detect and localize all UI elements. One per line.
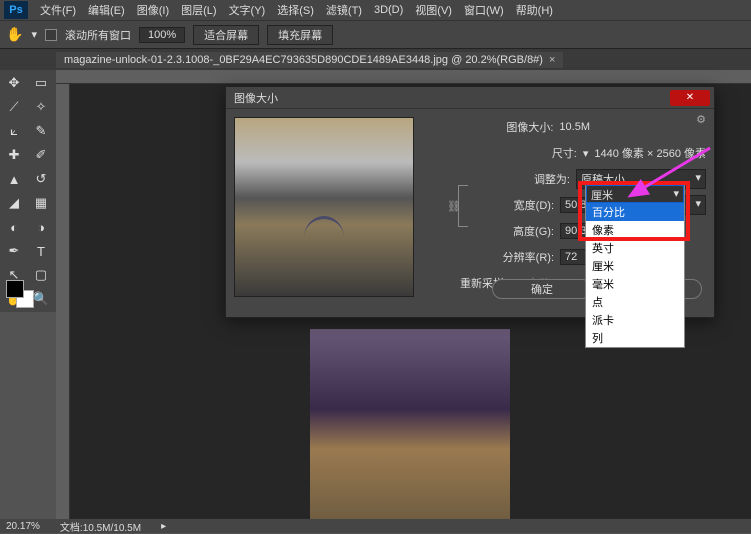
- chevron-down-icon: ▾: [695, 197, 701, 213]
- res-label: 分辨率(R):: [503, 249, 554, 265]
- document-tab[interactable]: magazine-unlock-01-2.3.1008-_0BF29A4EC79…: [56, 52, 563, 68]
- ok-button[interactable]: 确定: [492, 279, 592, 299]
- menu-filter[interactable]: 滤镜(T): [320, 2, 368, 18]
- options-bar: ✋ ▾ 滚动所有窗口 100% 适合屏幕 填充屏幕: [0, 20, 751, 48]
- brush-tool-icon[interactable]: ✐: [29, 144, 53, 166]
- hand-tool-icon[interactable]: ✋: [6, 26, 23, 43]
- fill-screen-button[interactable]: 填充屏幕: [267, 25, 333, 45]
- unit-option-picas[interactable]: 派卡: [586, 311, 684, 329]
- unit-option-mm[interactable]: 毫米: [586, 275, 684, 293]
- gradient-tool-icon[interactable]: ▦: [29, 192, 53, 214]
- unit-option-percent[interactable]: 百分比: [586, 203, 684, 221]
- unit-option-cm[interactable]: 厘米: [586, 257, 684, 275]
- status-zoom[interactable]: 20.17%: [6, 521, 40, 532]
- close-x-icon: ✕: [686, 92, 694, 103]
- dialog-preview: [234, 117, 414, 297]
- history-brush-icon[interactable]: ↺: [29, 168, 53, 190]
- close-icon[interactable]: ×: [549, 54, 555, 66]
- heal-tool-icon[interactable]: ✚: [2, 144, 26, 166]
- stamp-tool-icon[interactable]: ▲: [2, 168, 26, 190]
- shape-tool-icon[interactable]: ▢: [29, 264, 53, 286]
- menu-file[interactable]: 文件(F): [34, 2, 82, 18]
- move-tool-icon[interactable]: ✥: [2, 72, 26, 94]
- dialog-close-button[interactable]: ✕: [670, 90, 710, 106]
- tab-title: magazine-unlock-01-2.3.1008-_0BF29A4EC79…: [64, 54, 543, 66]
- scroll-all-label: 滚动所有窗口: [65, 27, 131, 43]
- document-tabs: magazine-unlock-01-2.3.1008-_0BF29A4EC79…: [0, 48, 751, 70]
- menu-image[interactable]: 图像(I): [131, 2, 175, 18]
- status-bar: 20.17% 文档:10.5M/10.5M ▸: [0, 519, 751, 533]
- dialog-title-text: 图像大小: [234, 90, 278, 106]
- unit-dropdown-head[interactable]: 厘米▾: [586, 185, 684, 203]
- chain-link-icon[interactable]: ⛓: [447, 200, 461, 213]
- size-label: 图像大小:: [506, 119, 553, 135]
- zoom-value[interactable]: 100%: [139, 27, 185, 43]
- marquee-tool-icon[interactable]: ▭: [29, 72, 53, 94]
- dim-label: 尺寸:: [552, 145, 577, 161]
- fit-label: 调整为:: [534, 171, 570, 187]
- dialog-titlebar[interactable]: 图像大小 ✕: [226, 87, 714, 109]
- dodge-tool-icon[interactable]: ◑: [29, 216, 53, 238]
- menu-layer[interactable]: 图层(L): [175, 2, 222, 18]
- dim-dropdown-icon[interactable]: ▾: [583, 147, 589, 160]
- dim-value: 1440 像素 × 2560 像素: [594, 145, 706, 161]
- unit-dropdown-list[interactable]: 厘米▾ 百分比 像素 英寸 厘米 毫米 点 派卡 列: [585, 184, 685, 348]
- chevron-down-icon: ▾: [695, 171, 701, 187]
- status-doc[interactable]: 文档:10.5M/10.5M: [60, 519, 141, 534]
- main-menu: Ps 文件(F) 编辑(E) 图像(I) 图层(L) 文字(Y) 选择(S) 滤…: [0, 0, 751, 20]
- menu-select[interactable]: 选择(S): [271, 2, 320, 18]
- menu-view[interactable]: 视图(V): [409, 2, 458, 18]
- blur-tool-icon[interactable]: ◐: [2, 216, 26, 238]
- dropdown-icon[interactable]: ▾: [31, 28, 37, 41]
- unit-option-inches[interactable]: 英寸: [586, 239, 684, 257]
- menu-window[interactable]: 窗口(W): [458, 2, 510, 18]
- chevron-down-icon: ▾: [673, 187, 679, 201]
- width-label: 宽度(D):: [514, 197, 554, 213]
- eyedropper-tool-icon[interactable]: ✎: [29, 120, 53, 142]
- crop-tool-icon[interactable]: ⟀: [2, 120, 26, 142]
- pen-tool-icon[interactable]: ✒: [2, 240, 26, 262]
- fit-screen-button[interactable]: 适合屏幕: [193, 25, 259, 45]
- lasso-tool-icon[interactable]: ⟋: [2, 96, 26, 118]
- document-image: [310, 329, 510, 529]
- foreground-swatch[interactable]: [6, 280, 24, 298]
- menu-3d[interactable]: 3D(D): [368, 4, 409, 16]
- menu-help[interactable]: 帮助(H): [510, 2, 559, 18]
- scroll-all-checkbox[interactable]: [45, 29, 57, 41]
- unit-option-pixels[interactable]: 像素: [586, 221, 684, 239]
- menu-edit[interactable]: 编辑(E): [82, 2, 131, 18]
- wand-tool-icon[interactable]: ✧: [29, 96, 53, 118]
- height-label: 高度(G):: [513, 223, 554, 239]
- menu-type[interactable]: 文字(Y): [223, 2, 272, 18]
- size-value: 10.5M: [559, 121, 590, 133]
- app-logo: Ps: [4, 1, 28, 19]
- eraser-tool-icon[interactable]: ◢: [2, 192, 26, 214]
- unit-option-points[interactable]: 点: [586, 293, 684, 311]
- ruler-horizontal: [56, 70, 751, 84]
- toolbox: ✥ ▭ ⟋ ✧ ⟀ ✎ ✚ ✐ ▲ ↺ ◢ ▦ ◐ ◑ ✒ T ↖ ▢ ✋ 🔍: [0, 70, 56, 312]
- gear-icon[interactable]: ⚙: [696, 113, 706, 126]
- status-arrow-icon[interactable]: ▸: [161, 521, 166, 532]
- unit-option-columns[interactable]: 列: [586, 329, 684, 347]
- type-tool-icon[interactable]: T: [29, 240, 53, 262]
- ruler-vertical: [56, 84, 70, 519]
- color-swatches[interactable]: [6, 280, 24, 298]
